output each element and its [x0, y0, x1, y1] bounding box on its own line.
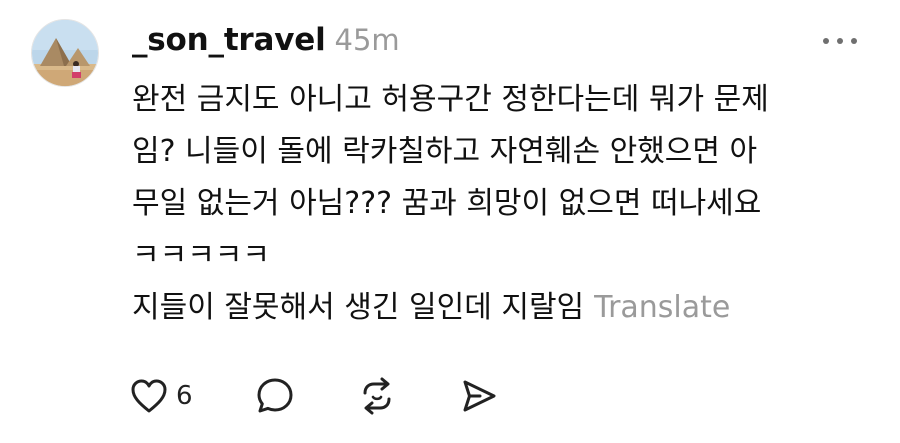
- repost-button[interactable]: [357, 376, 397, 416]
- username[interactable]: _son_travel: [132, 22, 326, 58]
- comment-icon: [257, 378, 293, 413]
- post-text-line: 무일 없는거 아님??? 꿈과 희망이 없으면 떠나세요: [132, 186, 762, 221]
- comment-button[interactable]: [255, 376, 295, 416]
- avatar-image: [32, 20, 98, 86]
- share-button[interactable]: [459, 376, 499, 416]
- like-button[interactable]: 6: [130, 378, 193, 414]
- translate-link[interactable]: Translate: [594, 290, 730, 325]
- post-header: _son_travel 45m: [132, 16, 400, 64]
- post-text-last-line: 지들이 잘못해서 생긴 일인데 지랄임 Translate: [132, 282, 872, 334]
- action-bar: 6: [130, 372, 499, 420]
- avatar[interactable]: [31, 19, 99, 87]
- like-count: 6: [176, 381, 193, 411]
- heart-icon: [131, 379, 167, 413]
- post-text-line: ㅋㅋㅋㅋㅋ: [132, 238, 270, 273]
- more-icon[interactable]: [820, 31, 860, 51]
- repost-icon: [363, 377, 391, 415]
- post-text-line: 임? 니들이 돌에 락카칠하고 자연훼손 안했으면 아: [132, 134, 758, 169]
- thread-post: _son_travel 45m 완전 금지도 아니고 허용구간 정한다는데 뭐가…: [0, 0, 900, 443]
- share-icon: [463, 380, 496, 412]
- post-text-line: 지들이 잘못해서 생긴 일인데 지랄임: [132, 290, 585, 325]
- timestamp: 45m: [334, 23, 400, 57]
- post-body: 완전 금지도 아니고 허용구간 정한다는데 뭐가 문제 임? 니들이 돌에 락카…: [132, 74, 872, 334]
- post-text-line: 완전 금지도 아니고 허용구간 정한다는데 뭐가 문제: [132, 82, 769, 117]
